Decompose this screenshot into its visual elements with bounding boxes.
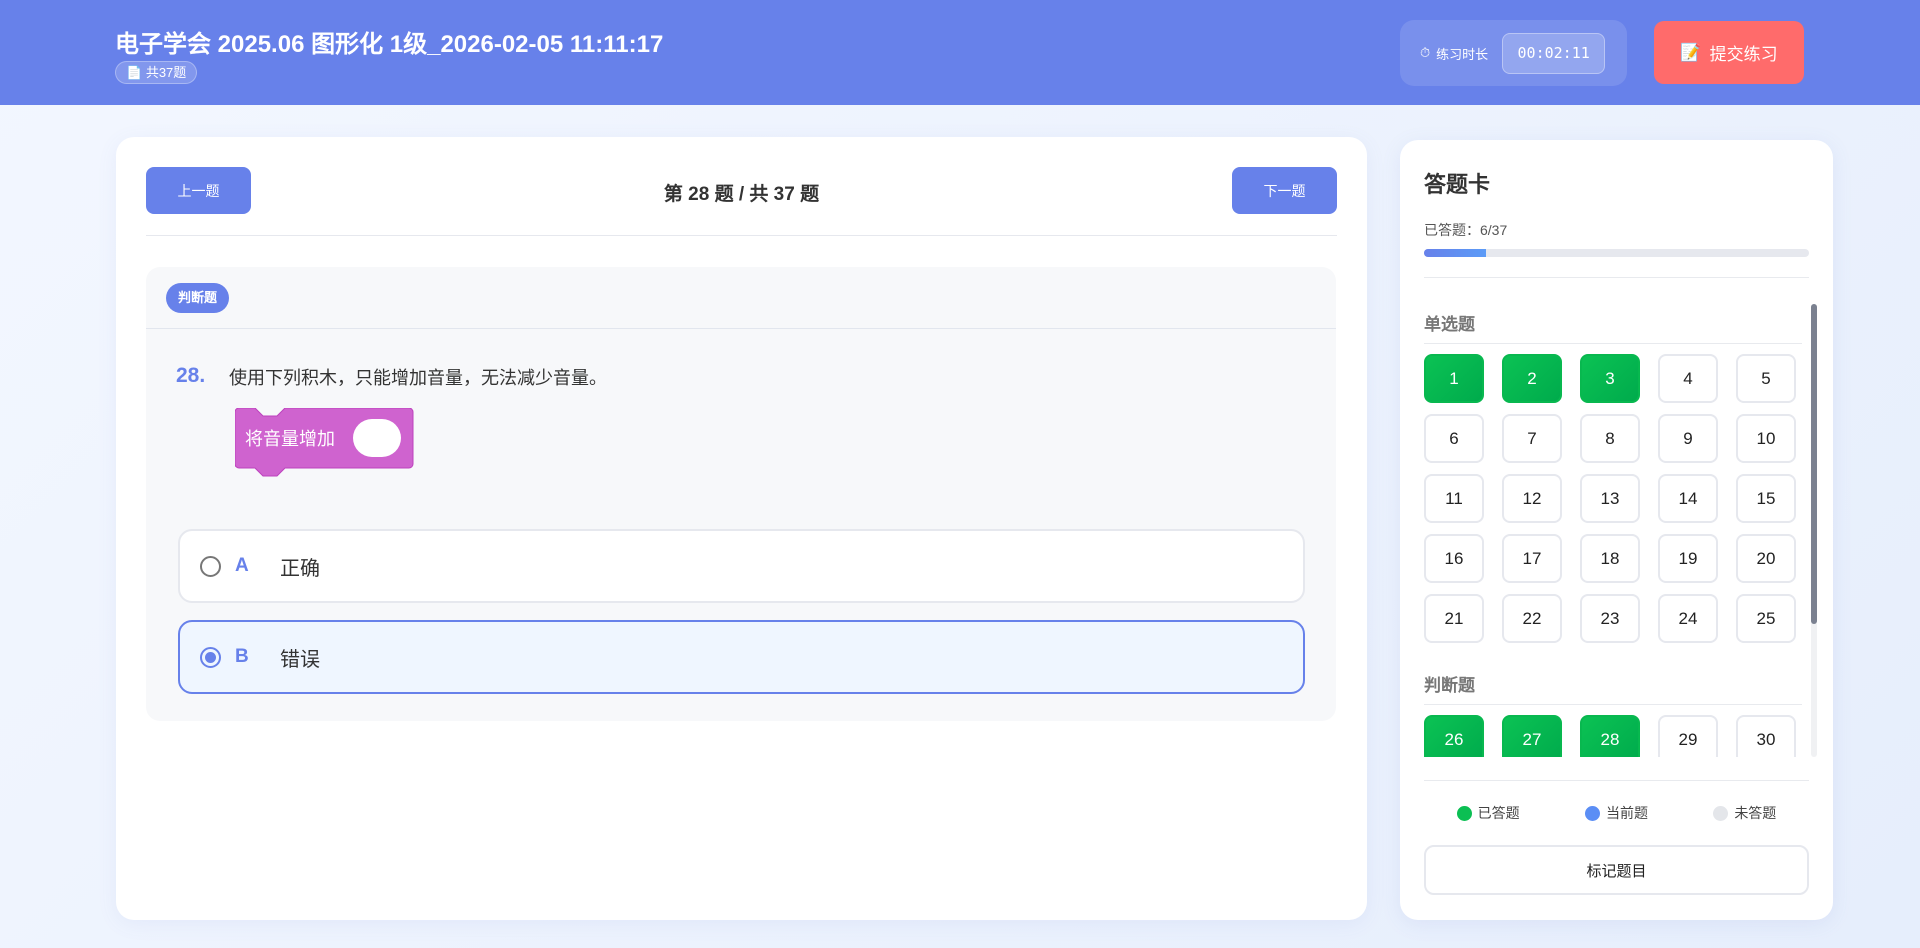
question-cell[interactable]: 22 <box>1502 594 1562 643</box>
page-title: 电子学会 2025.06 图形化 1级_2026-02-05 11:11:17 <box>115 31 664 58</box>
question-cell[interactable]: 14 <box>1658 474 1718 523</box>
radio-a[interactable] <box>200 555 221 577</box>
section-title: 判断题 <box>1424 665 1802 705</box>
option-a[interactable]: A 正确 <box>178 529 1305 603</box>
stopwatch-icon: ⏱ <box>1420 45 1431 60</box>
option-b[interactable]: B 错误 <box>178 620 1305 694</box>
question-cell[interactable]: 17 <box>1502 534 1562 583</box>
header: 电子学会 2025.06 图形化 1级_2026-02-05 11:11:17 … <box>0 0 1920 105</box>
question-cell[interactable]: 9 <box>1658 414 1718 463</box>
mark-question-button[interactable]: 标记题目 <box>1424 845 1809 895</box>
legend-dot-icon <box>1584 806 1600 821</box>
question-cell[interactable]: 23 <box>1580 594 1640 643</box>
question-cell[interactable]: 5 <box>1736 354 1796 403</box>
option-letter: A <box>235 555 249 576</box>
legend-label: 已答题 <box>1477 805 1520 821</box>
scratch-block-image: 将音量增加 <box>234 407 415 485</box>
next-button[interactable]: 下一题 <box>1232 167 1337 214</box>
memo-icon: 📝 <box>1680 42 1702 62</box>
question-cell[interactable]: 10 <box>1736 414 1796 463</box>
question-cell[interactable]: 8 <box>1580 414 1640 463</box>
question-cell[interactable]: 18 <box>1580 534 1640 583</box>
legend-item: 未答题 <box>1713 803 1776 823</box>
option-text: 正确 <box>280 557 320 580</box>
divider <box>146 328 1336 329</box>
question-grid-section: 1 2 3 4 5 6 7 8 9 10 11 12 13 14 15 16 17 18 19 20 21 22 23 24 2… <box>1424 354 1814 643</box>
question-cell[interactable]: 26 <box>1424 715 1484 757</box>
submit-button[interactable]: 📝 提交练习 <box>1654 21 1804 84</box>
divider <box>1424 780 1809 781</box>
divider <box>146 235 1337 236</box>
option-letter: B <box>235 646 249 667</box>
legend: 已答题 当前题 未答题 <box>1424 803 1809 823</box>
scrollbar[interactable] <box>1811 304 1817 757</box>
answered-count: 已答题：6/37 <box>1424 222 1508 238</box>
legend-label: 未答题 <box>1734 805 1777 821</box>
question-cell[interactable]: 6 <box>1424 414 1484 463</box>
question-cell[interactable]: 28 <box>1580 715 1640 757</box>
question-grid-section: 26 27 28 29 30 <box>1424 715 1814 757</box>
timer-label: 练习时长 <box>1436 46 1489 62</box>
question-grid: 单选题 1 2 3 4 5 6 7 8 9 10 11 12 13 14 15 16 17 18 19 20 21 22 23… <box>1424 304 1814 757</box>
question-cell[interactable]: 13 <box>1580 474 1640 523</box>
question-count-badge: 📄 共37题 <box>115 61 198 84</box>
radio-b[interactable] <box>200 646 221 668</box>
section-title: 单选题 <box>1424 304 1802 344</box>
question-cell[interactable]: 27 <box>1502 715 1562 757</box>
divider <box>1424 277 1809 278</box>
answer-card: 答题卡 已答题：6/37 单选题 1 2 3 4 5 6 7 8 9 10 11 12 13 14 15 16 1… <box>1400 140 1833 920</box>
question-box: 判断题 28. 使用下列积木，只能增加音量，无法减少音量。 将音量增加 A 正确… <box>146 267 1336 721</box>
timer-value: 00:02:11 <box>1502 32 1606 74</box>
question-cell[interactable]: 4 <box>1658 354 1718 403</box>
option-text: 错误 <box>280 648 320 671</box>
question-cell[interactable]: 30 <box>1736 715 1796 757</box>
question-cell[interactable]: 15 <box>1736 474 1796 523</box>
question-cell[interactable]: 7 <box>1502 414 1562 463</box>
timer: ⏱ 练习时长 00:02:11 <box>1400 20 1627 86</box>
question-cell[interactable]: 24 <box>1658 594 1718 643</box>
memo-icon: 📄 <box>126 65 146 80</box>
question-cell[interactable]: 25 <box>1736 594 1796 643</box>
progress-fill <box>1424 249 1487 257</box>
legend-label: 当前题 <box>1605 805 1648 821</box>
question-cell[interactable]: 3 <box>1580 354 1640 403</box>
question-type-tag: 判断题 <box>166 283 230 313</box>
question-text: 使用下列积木，只能增加音量，无法减少音量。 <box>229 368 607 388</box>
question-cell[interactable]: 2 <box>1502 354 1562 403</box>
block-label: 将音量增加 <box>245 429 335 450</box>
progress-bar <box>1424 249 1809 257</box>
answer-card-title: 答题卡 <box>1424 172 1491 197</box>
question-cell[interactable]: 29 <box>1658 715 1718 757</box>
question-progress-title: 第 28 题 / 共 37 题 <box>663 184 820 205</box>
submit-label: 提交练习 <box>1709 45 1778 64</box>
scrollbar-thumb[interactable] <box>1811 304 1817 624</box>
legend-dot-icon <box>1456 806 1472 821</box>
question-cell[interactable]: 19 <box>1658 534 1718 583</box>
question-cell[interactable]: 16 <box>1424 534 1484 583</box>
question-cell[interactable]: 1 <box>1424 354 1484 403</box>
question-cell[interactable]: 11 <box>1424 474 1484 523</box>
question-number: 28. <box>176 364 206 387</box>
count-text: 共37题 <box>145 65 187 80</box>
question-panel: 上一题 第 28 题 / 共 37 题 下一题 判断题 28. 使用下列积木，只… <box>116 137 1367 920</box>
legend-item: 当前题 <box>1584 803 1648 823</box>
question-cell[interactable]: 21 <box>1424 594 1484 643</box>
question-cell[interactable]: 12 <box>1502 474 1562 523</box>
question-cell[interactable]: 20 <box>1736 534 1796 583</box>
legend-item: 已答题 <box>1456 803 1520 823</box>
legend-dot-icon <box>1713 806 1729 821</box>
